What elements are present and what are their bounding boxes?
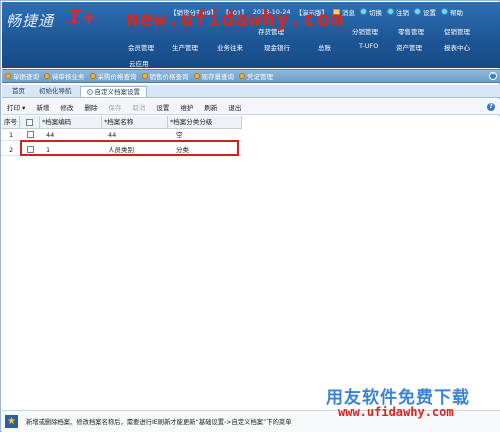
quick-purchase-price-label: 采购价格查询 [97,73,137,81]
quick-pending-audit-label: 待审核业务 [52,73,85,81]
switch-icon [359,8,367,15]
watermark-top: new.ufidawhy.com [126,7,345,31]
menu-item-production[interactable]: 生产管理 [172,42,198,52]
settings-label: 设置 [422,8,436,17]
quick-toolbar: 单据查询 待审核业务 采购价格查询 销售价格查询 现存量查询 凭证管理 ^ [2,69,500,83]
col-code: *档案编码 [40,116,102,129]
quick-bill-query[interactable]: 单据查询 [5,71,39,81]
new-button[interactable]: 新增 [36,102,49,112]
quick-sales-price-label: 销售价格查询 [149,73,189,81]
watermark-bottom-url: www.ufidawhy.com [338,405,454,419]
menu-item-promotion[interactable]: 促销管理 [444,26,470,36]
quick-voucher-label: 凭证管理 [247,73,273,81]
logo-mark: T+ [68,7,97,28]
close-tab-icon[interactable]: × [86,89,93,95]
quick-pending-audit[interactable]: 待审核业务 [44,71,85,81]
menu-item-t-ufo[interactable]: T-UFO [359,42,378,50]
col-name: *档案名称 [102,116,168,129]
tab-strip: 首页 初始化导航 × 自定义档案设置 [2,85,500,98]
quick-bill-query-label: 单据查询 [13,73,39,81]
maintain-button[interactable]: 维护 [180,102,193,112]
menu-item-business[interactable]: 业务往来 [217,42,243,52]
menu-item-cash-bank[interactable]: 现金银行 [264,42,290,52]
bill-icon [5,73,11,79]
voucher-icon [239,73,245,79]
collapse-icon[interactable]: ^ [489,72,497,80]
audit-icon [44,73,50,79]
menu-item-reports[interactable]: 报表中心 [444,42,470,52]
exit-button[interactable]: 退出 [228,102,241,112]
menu-item-assets[interactable]: 资产管理 [396,42,422,52]
row-no: 1 [9,131,14,139]
col-name-label: *档案名称 [104,118,134,126]
col-code-label: *档案编码 [42,118,72,126]
quick-stock-query-label: 现存量查询 [201,73,235,81]
app-window: 畅捷通 T+ 【销货分开09】 【001】 2013-10-24 【演示版】 消… [0,0,500,432]
action-toolbar: 打印 ▾ 新增 修改 删除 保存 取消 设置 维护 刷新 退出 ? [2,99,500,115]
highlight-annotation [20,140,239,156]
logout-link[interactable]: 注销 [386,7,409,17]
help-circle-icon [440,8,448,15]
grid-header: 序号 *档案编码 *档案名称 *档案分类分级 [2,116,242,129]
print-label: 打印 [7,103,20,112]
col-class: *档案分类分级 [168,116,242,129]
quick-purchase-price[interactable]: 采购价格查询 [89,71,137,81]
gear-icon [413,8,421,15]
col-seq: 序号 [2,116,20,129]
quick-stock-query[interactable]: 现存量查询 [193,71,235,81]
switch-link[interactable]: 切换 [359,7,382,17]
quick-sales-price[interactable]: 销售价格查询 [141,71,189,81]
row-no: 2 [9,146,14,154]
stock-icon [193,73,200,79]
help-icon[interactable]: ? [487,103,495,111]
switch-label: 切换 [368,8,382,17]
row-checkbox[interactable] [27,131,34,138]
setup-button[interactable]: 设置 [156,102,169,112]
edit-button[interactable]: 修改 [60,102,73,112]
menu-item-retail[interactable]: 零售管理 [398,26,424,36]
col-select-all [20,116,40,129]
status-message: 新增或删除档案、修改档案名称后，需要进行IE刷新才能更新“基础设置->自定义档案… [26,419,292,426]
chevron-down-icon: ▾ [22,103,26,112]
select-all-checkbox[interactable] [26,119,33,126]
cancel-button[interactable]: 取消 [132,102,145,112]
save-button[interactable]: 保存 [108,102,121,112]
help-label: 帮助 [449,8,463,17]
sales-price-icon [141,73,148,79]
cloud-app-link[interactable]: 云应用 [129,58,149,68]
star-icon: ★ [5,415,18,428]
purchase-price-icon [89,73,96,79]
help-link[interactable]: 帮助 [440,7,463,17]
quick-voucher[interactable]: 凭证管理 [239,71,273,81]
col-class-label: *档案分类分级 [170,118,213,126]
tab-home[interactable]: 首页 [6,86,31,97]
logout-icon [386,8,394,15]
refresh-button[interactable]: 刷新 [204,102,217,112]
menu-item-distribution[interactable]: 分销管理 [352,26,378,36]
menu-item-membership[interactable]: 会员管理 [128,42,154,52]
main-menu-row-2: 会员管理 生产管理 业务往来 现金银行 总账 T-UFO 资产管理 报表中心 [2,42,500,52]
settings-link[interactable]: 设置 [413,7,436,17]
tab-custom-archive-label: 自定义档案设置 [94,87,141,96]
tab-init-nav[interactable]: 初始化导航 [33,86,78,97]
menu-item-ledger[interactable]: 总账 [318,42,331,52]
delete-button[interactable]: 删除 [84,102,97,112]
tab-custom-archive[interactable]: × 自定义档案设置 [79,86,147,97]
print-button[interactable]: 打印 ▾ [7,102,25,112]
logout-label: 注销 [395,8,409,17]
